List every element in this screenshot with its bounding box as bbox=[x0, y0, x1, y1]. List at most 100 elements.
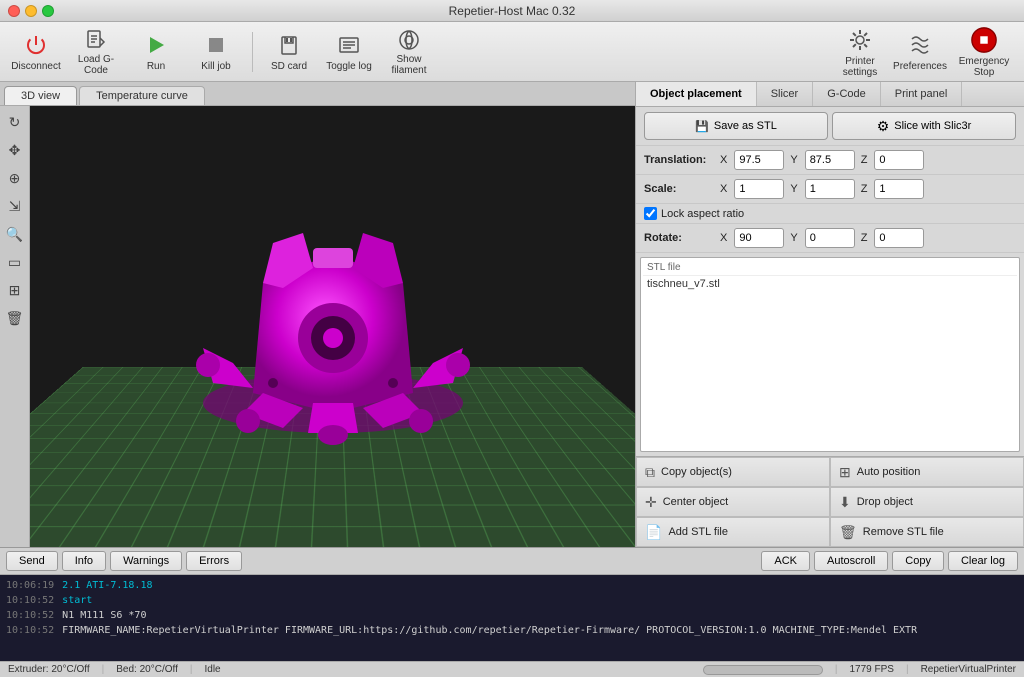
sz-input[interactable] bbox=[874, 179, 924, 199]
bed-status: Bed: 20°C/Off bbox=[116, 664, 178, 675]
tab-slicer[interactable]: Slicer bbox=[757, 82, 814, 106]
idle-status: Idle bbox=[205, 664, 221, 675]
printer-status: RepetierVirtualPrinter bbox=[921, 664, 1016, 675]
gear-icon: ⚙ bbox=[877, 118, 890, 135]
view-grid-button[interactable]: ⊞ bbox=[3, 278, 27, 302]
sdcard-button[interactable]: SD card bbox=[261, 26, 317, 78]
log-text-4: FIRMWARE_NAME:RepetierVirtualPrinter FIR… bbox=[62, 623, 917, 638]
save-slice-row: 💾 Save as STL ⚙ Slice with Slic3r bbox=[636, 107, 1024, 146]
warnings-button[interactable]: Warnings bbox=[110, 551, 182, 571]
rotate-view-button[interactable]: ↻ bbox=[3, 110, 27, 134]
load-gcode-icon bbox=[82, 28, 110, 52]
log-line-4: 10:10:52 FIRMWARE_NAME:RepetierVirtualPr… bbox=[6, 623, 1018, 638]
log-text-2: start bbox=[62, 593, 92, 608]
disconnect-button[interactable]: Disconnect bbox=[8, 26, 64, 78]
tab-print-panel[interactable]: Print panel bbox=[881, 82, 963, 106]
close-button[interactable] bbox=[8, 5, 20, 17]
printer-settings-button[interactable]: Printer settings bbox=[832, 26, 888, 78]
tab-gcode[interactable]: G-Code bbox=[813, 82, 881, 106]
tz-input[interactable] bbox=[874, 150, 924, 170]
errors-button[interactable]: Errors bbox=[186, 551, 242, 571]
status-sep-3: | bbox=[835, 664, 838, 675]
clear-log-button[interactable]: Clear log bbox=[948, 551, 1018, 571]
add-stl-icon: 📄 bbox=[645, 524, 662, 541]
stl-file-item[interactable]: tischneu_v7.stl bbox=[643, 276, 1017, 292]
emergency-stop-icon bbox=[970, 26, 998, 54]
move-view-button[interactable]: ✥ bbox=[3, 138, 27, 162]
send-button[interactable]: Send bbox=[6, 551, 58, 571]
kill-job-button[interactable]: Kill job bbox=[188, 26, 244, 78]
z-label-rotate: Z bbox=[861, 232, 868, 244]
bottom-log-area: Send Info Warnings Errors ACK Autoscroll… bbox=[0, 547, 1024, 677]
kill-label: Kill job bbox=[201, 61, 230, 72]
power-icon bbox=[22, 31, 50, 59]
sdcard-icon bbox=[275, 31, 303, 59]
ack-button[interactable]: ACK bbox=[761, 551, 810, 571]
statusbar: Extruder: 20°C/Off | Bed: 20°C/Off | Idl… bbox=[0, 661, 1024, 677]
titlebar: Repetier-Host Mac 0.32 bbox=[0, 0, 1024, 22]
grid-background bbox=[30, 367, 635, 547]
ty-input[interactable] bbox=[805, 150, 855, 170]
tab-3d-view[interactable]: 3D view bbox=[4, 86, 77, 105]
drop-object-button[interactable]: ⬇ Drop object bbox=[830, 487, 1024, 517]
y-label-rotate: Y bbox=[790, 232, 797, 244]
log-text-3: N1 M111 S6 *70 bbox=[62, 608, 146, 623]
sy-input[interactable] bbox=[805, 179, 855, 199]
sx-input[interactable] bbox=[734, 179, 784, 199]
add-stl-button[interactable]: 📄 Add STL file bbox=[636, 517, 830, 547]
toolbar: Disconnect Load G-Code Run Kill bbox=[0, 22, 1024, 82]
show-filament-button[interactable]: Show filament bbox=[381, 26, 437, 78]
tab-object-placement[interactable]: Object placement bbox=[636, 82, 757, 106]
minimize-button[interactable] bbox=[25, 5, 37, 17]
log-time-2: 10:10:52 bbox=[6, 593, 54, 608]
center-object-button[interactable]: ✛ Center object bbox=[636, 487, 830, 517]
status-sep-4: | bbox=[906, 664, 909, 675]
toggle-log-label: Toggle log bbox=[326, 61, 372, 72]
auto-position-button[interactable]: ⊞ Auto position bbox=[830, 457, 1024, 487]
copy-objects-button[interactable]: ⧉ Copy object(s) bbox=[636, 457, 830, 487]
drop-icon: ⬇ bbox=[839, 494, 851, 511]
log-time-3: 10:10:52 bbox=[6, 608, 54, 623]
preferences-button[interactable]: Preferences bbox=[892, 26, 948, 78]
info-button[interactable]: Info bbox=[62, 551, 106, 571]
filament-icon bbox=[395, 28, 423, 52]
log-output: 10:06:19 2.1 ATI-7.18.18 10:10:52 start … bbox=[0, 575, 1024, 661]
scale-object-button[interactable]: ⇲ bbox=[3, 194, 27, 218]
copy-log-button[interactable]: Copy bbox=[892, 551, 944, 571]
slice-button[interactable]: ⚙ Slice with Slic3r bbox=[832, 112, 1016, 140]
view-flat-button[interactable]: ▭ bbox=[3, 250, 27, 274]
zoom-button[interactable]: 🔍 bbox=[3, 222, 27, 246]
ry-input[interactable] bbox=[805, 228, 855, 248]
autoscroll-button[interactable]: Autoscroll bbox=[814, 551, 888, 571]
emergency-stop-button[interactable]: Emergency Stop bbox=[952, 26, 1016, 78]
lock-aspect-row: Lock aspect ratio bbox=[636, 204, 1024, 224]
y-label-scale: Y bbox=[790, 183, 797, 195]
right-panel-tabs: Object placement Slicer G-Code Print pan… bbox=[636, 82, 1024, 107]
lock-aspect-checkbox[interactable] bbox=[644, 207, 657, 220]
move-object-button[interactable]: ⊕ bbox=[3, 166, 27, 190]
tab-temperature-curve[interactable]: Temperature curve bbox=[79, 86, 205, 105]
stl-file-list: STL file tischneu_v7.stl bbox=[640, 257, 1020, 452]
save-stl-button[interactable]: 💾 Save as STL bbox=[644, 112, 828, 140]
lock-aspect-label[interactable]: Lock aspect ratio bbox=[661, 208, 744, 220]
rz-input[interactable] bbox=[874, 228, 924, 248]
run-button[interactable]: Run bbox=[128, 26, 184, 78]
scale-row: Scale: X Y Z bbox=[636, 175, 1024, 204]
rx-input[interactable] bbox=[734, 228, 784, 248]
maximize-button[interactable] bbox=[42, 5, 54, 17]
window-title: Repetier-Host Mac 0.32 bbox=[449, 4, 576, 18]
toolbar-separator-1 bbox=[252, 32, 253, 72]
x-label-translation: X bbox=[720, 154, 727, 166]
load-gcode-button[interactable]: Load G-Code bbox=[68, 26, 124, 78]
preferences-label: Preferences bbox=[893, 61, 947, 72]
extruder-status: Extruder: 20°C/Off bbox=[8, 664, 90, 675]
tx-input[interactable] bbox=[734, 150, 784, 170]
translation-row: Translation: X Y Z bbox=[636, 146, 1024, 175]
remove-stl-button[interactable]: 🗑 Remove STL file bbox=[830, 517, 1024, 547]
log-line-1: 10:06:19 2.1 ATI-7.18.18 bbox=[6, 578, 1018, 593]
right-panel: Object placement Slicer G-Code Print pan… bbox=[635, 82, 1024, 547]
toggle-log-button[interactable]: Toggle log bbox=[321, 26, 377, 78]
delete-object-button[interactable]: 🗑 bbox=[3, 306, 27, 330]
rotate-row: Rotate: X Y Z bbox=[636, 224, 1024, 253]
viewport-3d[interactable] bbox=[30, 106, 635, 547]
